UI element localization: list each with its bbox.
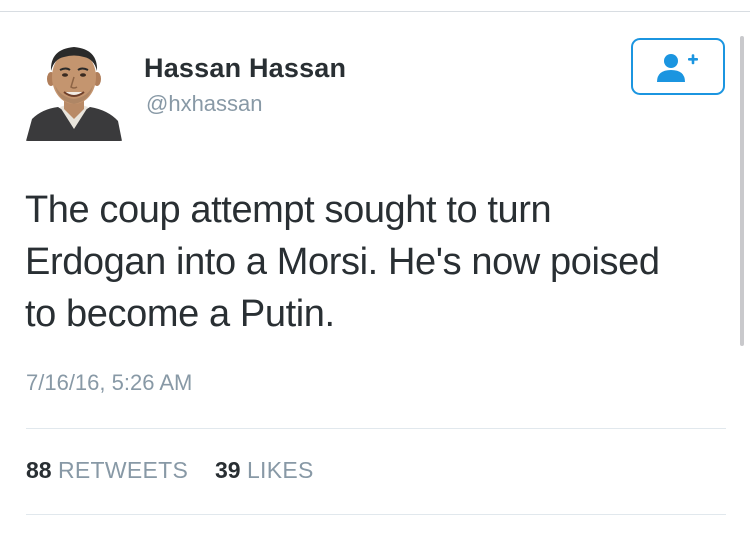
likes-label: LIKES xyxy=(246,457,314,483)
likes-stat[interactable]: 39 LIKES xyxy=(215,457,314,483)
top-divider xyxy=(0,11,750,12)
scroll-indicator[interactable] xyxy=(740,36,744,346)
divider xyxy=(26,514,726,515)
tweet-detail-page: Hassan Hassan @hxhassan The coup attempt… xyxy=(0,0,750,535)
retweets-count: 88 xyxy=(26,457,52,483)
author-handle[interactable]: @hxhassan xyxy=(146,91,263,117)
divider xyxy=(26,428,726,429)
tweet-text: The coup attempt sought to turn Erdogan … xyxy=(25,189,660,335)
add-user-icon xyxy=(657,53,698,82)
tweet-timestamp[interactable]: 7/16/16, 5:26 AM xyxy=(26,370,192,396)
author-name[interactable]: Hassan Hassan xyxy=(144,53,346,84)
avatar-portrait xyxy=(22,37,126,141)
avatar[interactable] xyxy=(22,37,126,141)
likes-count: 39 xyxy=(214,457,241,483)
retweets-stat[interactable]: 88 RETWEETS xyxy=(26,457,195,483)
tweet-stats: 88 RETWEETS 39 LIKES xyxy=(26,457,314,484)
follow-button[interactable] xyxy=(631,38,725,95)
retweets-label: RETWEETS xyxy=(57,457,189,483)
